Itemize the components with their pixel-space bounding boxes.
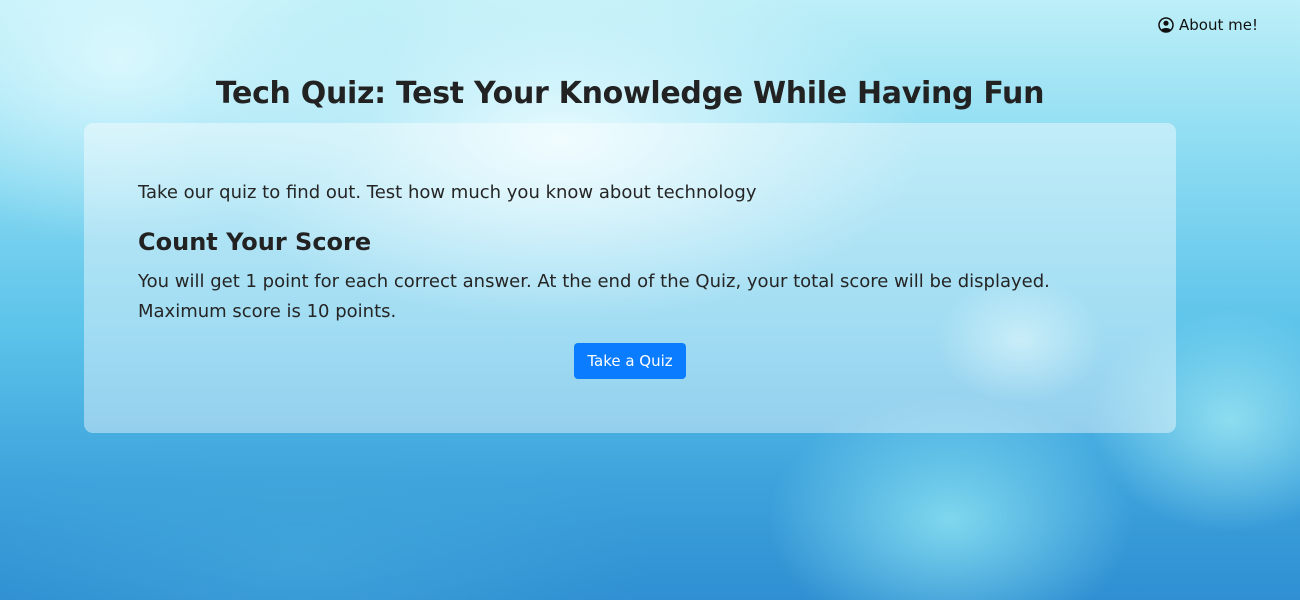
intro-text: Take our quiz to find out. Test how much… [138,182,757,203]
page-background: About me! Tech Quiz: Test Your Knowledge… [0,0,1300,600]
score-heading: Count Your Score [138,228,372,256]
about-me-label: About me! [1179,16,1258,34]
score-description: You will get 1 point for each correct an… [138,271,1050,322]
about-me-link[interactable]: About me! [1158,16,1258,34]
take-quiz-button[interactable]: Take a Quiz [574,343,686,379]
intro-card: Take our quiz to find out. Test how much… [84,123,1176,433]
user-circle-icon [1158,17,1174,33]
button-container: Take a Quiz [138,343,1122,379]
page-title: Tech Quiz: Test Your Knowledge While Hav… [215,76,1045,111]
